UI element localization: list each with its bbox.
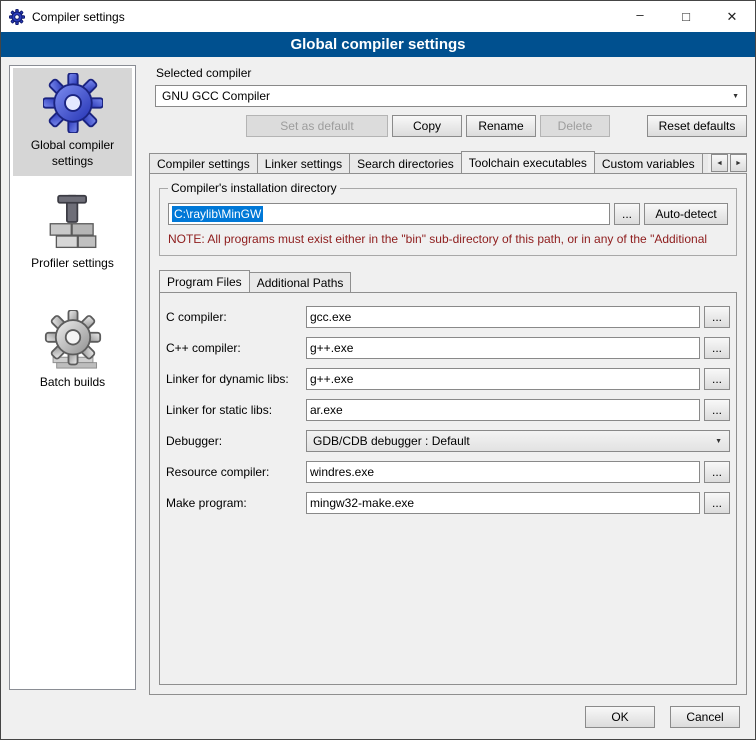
tab-program-files[interactable]: Program Files (159, 270, 250, 292)
maximize-icon: □ (682, 9, 690, 24)
debugger-label: Debugger: (166, 434, 302, 448)
close-icon: ✕ (727, 9, 738, 25)
make-program-label: Make program: (166, 496, 302, 510)
tab-toolchain-executables[interactable]: Toolchain executables (461, 151, 595, 173)
tab-scroll-left-button[interactable]: ◄ (711, 154, 728, 172)
settings-sidebar: Global compiler settings Profiler set (9, 65, 136, 690)
c-compiler-label: C compiler: (166, 310, 302, 324)
c-compiler-browse-button[interactable]: ... (704, 306, 730, 328)
copy-button[interactable]: Copy (392, 115, 462, 137)
cpp-compiler-row: C++ compiler: g++.exe ... (166, 337, 730, 359)
sidebar-item-batch-builds[interactable]: Batch builds (13, 305, 132, 398)
selected-compiler-label: Selected compiler (156, 66, 747, 80)
main-panel: Selected compiler GNU GCC Compiler ▼ Set… (149, 65, 747, 695)
dialog-footer: OK Cancel (1, 695, 755, 739)
set-as-default-button[interactable]: Set as default (246, 115, 388, 137)
dynamic-linker-value: g++.exe (310, 372, 353, 386)
ok-button[interactable]: OK (585, 706, 655, 728)
gear-blue-icon (43, 73, 103, 133)
sidebar-item-label: Batch builds (40, 375, 105, 391)
chevron-down-icon: ▼ (732, 93, 739, 100)
delete-button[interactable]: Delete (540, 115, 610, 137)
left-pointer-icon: ◄ (716, 160, 723, 167)
close-button[interactable]: ✕ (709, 1, 755, 32)
tab-search-directories[interactable]: Search directories (349, 153, 462, 173)
static-linker-row: Linker for static libs: ar.exe ... (166, 399, 730, 421)
rename-button[interactable]: Rename (466, 115, 536, 137)
resource-compiler-label: Resource compiler: (166, 465, 302, 479)
installation-directory-browse-button[interactable]: ... (614, 203, 640, 225)
tab-custom-variables[interactable]: Custom variables (594, 153, 703, 173)
make-program-input[interactable]: mingw32-make.exe (306, 492, 700, 514)
make-program-value: mingw32-make.exe (310, 496, 414, 510)
dialog-body: Global compiler settings Profiler set (1, 57, 755, 695)
dynamic-linker-label: Linker for dynamic libs: (166, 372, 302, 386)
sidebar-item-global-compiler-settings[interactable]: Global compiler settings (13, 68, 132, 176)
static-linker-value: ar.exe (310, 403, 343, 417)
installation-directory-input[interactable]: C:\raylib\MinGW (168, 203, 610, 225)
static-linker-label: Linker for static libs: (166, 403, 302, 417)
app-gear-icon (9, 9, 25, 25)
make-program-browse-button[interactable]: ... (704, 492, 730, 514)
resource-compiler-row: Resource compiler: windres.exe ... (166, 461, 730, 483)
resource-compiler-value: windres.exe (310, 465, 374, 479)
maximize-button[interactable]: □ (663, 1, 709, 32)
compiler-actions: Set as default Copy Rename Delete Reset … (149, 115, 747, 137)
c-compiler-value: gcc.exe (310, 310, 351, 324)
reset-defaults-button[interactable]: Reset defaults (647, 115, 747, 137)
compiler-settings-dialog: Compiler settings – □ ✕ Global compiler … (0, 0, 756, 740)
resource-compiler-browse-button[interactable]: ... (704, 461, 730, 483)
tab-scroll-controls: ◄ ► (708, 154, 747, 172)
debugger-select[interactable]: GDB/CDB debugger : Default ▼ (306, 430, 730, 452)
dynamic-linker-browse-button[interactable]: ... (704, 368, 730, 390)
installation-directory-row: C:\raylib\MinGW ... Auto-detect (168, 203, 728, 225)
c-compiler-row: C compiler: gcc.exe ... (166, 306, 730, 328)
window-controls: – □ ✕ (617, 1, 755, 32)
compiler-select-value: GNU GCC Compiler (162, 89, 727, 103)
make-program-row: Make program: mingw32-make.exe ... (166, 492, 730, 514)
minimize-icon: – (636, 7, 643, 22)
gear-gray-icon (44, 310, 102, 370)
right-pointer-icon: ► (735, 160, 742, 167)
installation-directory-group: Compiler's installation directory C:\ray… (159, 188, 737, 256)
auto-detect-button[interactable]: Auto-detect (644, 203, 728, 225)
program-files-tabstrip: Program Files Additional Paths (159, 270, 737, 292)
cpp-compiler-input[interactable]: g++.exe (306, 337, 700, 359)
resource-compiler-input[interactable]: windres.exe (306, 461, 700, 483)
title-bar: Compiler settings – □ ✕ (1, 1, 755, 32)
main-tabstrip: Compiler settings Linker settings Search… (149, 151, 747, 173)
profiler-tool-icon (45, 193, 101, 251)
installation-directory-value: C:\raylib\MinGW (172, 206, 263, 222)
cancel-button[interactable]: Cancel (670, 706, 740, 728)
program-files-panel: C compiler: gcc.exe ... C++ compiler: g+… (159, 292, 737, 685)
sidebar-item-label: Profiler settings (31, 256, 114, 272)
installation-directory-group-label: Compiler's installation directory (168, 181, 340, 195)
chevron-down-icon: ▼ (715, 438, 722, 445)
window-title: Compiler settings (32, 10, 125, 24)
compiler-select[interactable]: GNU GCC Compiler ▼ (155, 85, 747, 107)
cpp-compiler-label: C++ compiler: (166, 341, 302, 355)
static-linker-input[interactable]: ar.exe (306, 399, 700, 421)
dialog-header-title: Global compiler settings (290, 36, 465, 53)
tab-additional-paths[interactable]: Additional Paths (249, 272, 352, 292)
debugger-row: Debugger: GDB/CDB debugger : Default ▼ (166, 430, 730, 452)
sidebar-item-profiler-settings[interactable]: Profiler settings (13, 188, 132, 279)
debugger-select-value: GDB/CDB debugger : Default (313, 434, 710, 448)
sidebar-item-label: Global compiler settings (15, 138, 130, 169)
dialog-header: Global compiler settings (1, 32, 755, 57)
cpp-compiler-value: g++.exe (310, 341, 353, 355)
toolchain-executables-panel: Compiler's installation directory C:\ray… (149, 173, 747, 695)
dynamic-linker-row: Linker for dynamic libs: g++.exe ... (166, 368, 730, 390)
tab-scroll-right-button[interactable]: ► (730, 154, 747, 172)
tab-linker-settings[interactable]: Linker settings (257, 153, 350, 173)
minimize-button[interactable]: – (617, 1, 663, 32)
bin-subdirectory-note: NOTE: All programs must exist either in … (168, 232, 728, 246)
tab-compiler-settings[interactable]: Compiler settings (149, 153, 258, 173)
static-linker-browse-button[interactable]: ... (704, 399, 730, 421)
dynamic-linker-input[interactable]: g++.exe (306, 368, 700, 390)
cpp-compiler-browse-button[interactable]: ... (704, 337, 730, 359)
c-compiler-input[interactable]: gcc.exe (306, 306, 700, 328)
